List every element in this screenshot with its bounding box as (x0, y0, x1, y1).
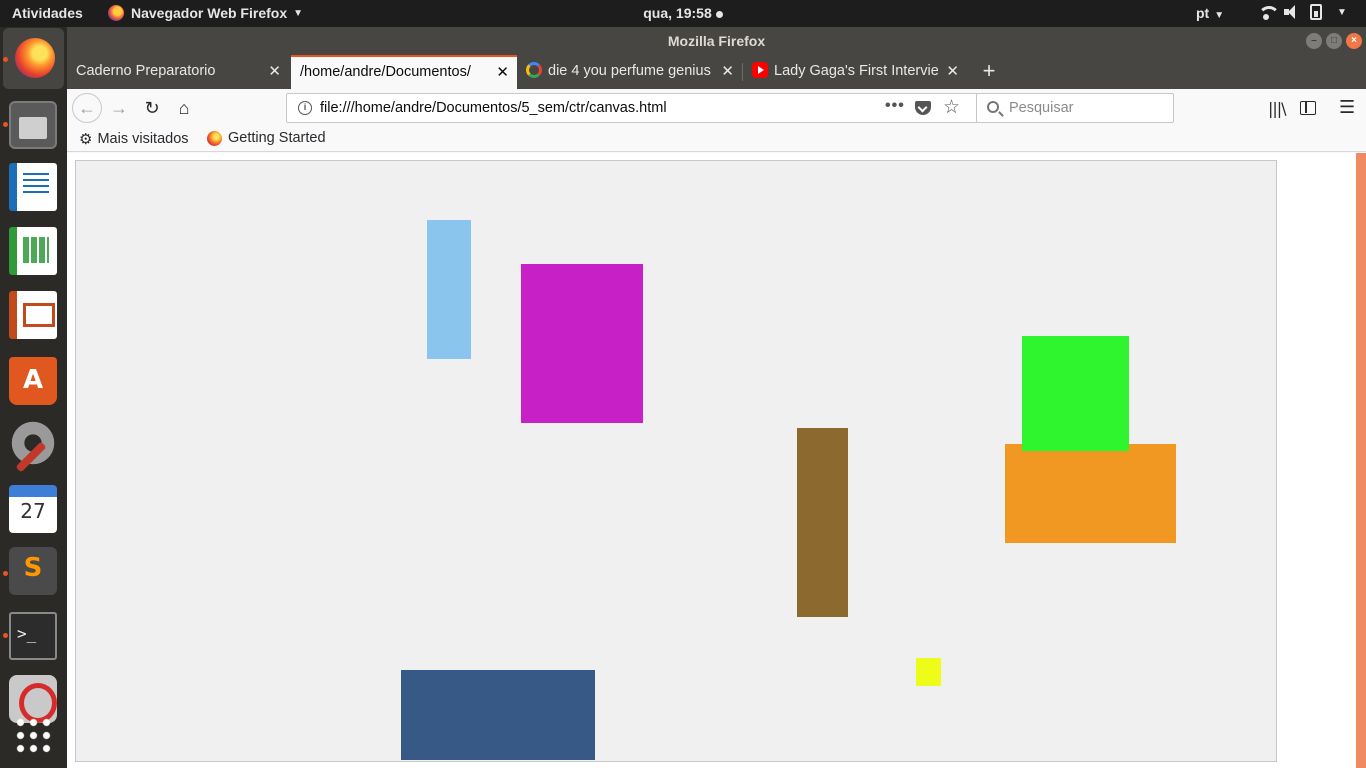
close-tab-icon[interactable]: ✕ (496, 57, 509, 88)
new-tab-button[interactable]: + (973, 55, 1005, 89)
bookmark-label: Mais visitados (97, 131, 189, 147)
chevron-down-icon: ▼ (293, 7, 304, 19)
app-menu-label: Navegador Web Firefox (131, 5, 288, 21)
activities-button[interactable]: Atividades (12, 5, 83, 21)
bookmark-mais-visitados[interactable]: ⚙ Mais visitados (79, 130, 189, 148)
gear-icon: ⚙ (79, 131, 93, 148)
window-titlebar: Mozilla Firefox – □ × (67, 27, 1366, 55)
back-button[interactable]: ← (72, 93, 102, 123)
close-tab-icon[interactable]: ✕ (721, 55, 734, 88)
bookmark-label: Getting Started (228, 130, 326, 146)
search-icon (987, 101, 999, 113)
canvas-rect (1022, 336, 1129, 451)
pocket-icon[interactable] (915, 101, 931, 115)
clock-label: qua, 19:58 (643, 5, 712, 21)
canvas-rect (401, 670, 595, 760)
minimize-button[interactable]: – (1306, 33, 1322, 49)
close-tab-icon[interactable]: ✕ (268, 55, 281, 88)
ubuntu-software-icon[interactable] (9, 357, 57, 405)
bookmark-getting-started[interactable]: Getting Started (207, 130, 326, 146)
wifi-icon (1258, 4, 1280, 20)
bookmarks-toolbar: ⚙ Mais visitados Getting Started (67, 127, 1366, 152)
window-title: Mozilla Firefox (667, 33, 766, 49)
canvas-rect (1005, 444, 1176, 543)
volume-icon (1284, 5, 1300, 19)
chevron-down-icon: ▼ (1214, 10, 1225, 21)
running-indicator (3, 57, 8, 62)
drawing-canvas[interactable] (75, 160, 1277, 762)
language-label: pt (1196, 5, 1210, 21)
google-icon (526, 62, 542, 78)
battery-icon (1310, 4, 1322, 20)
tab-caderno[interactable]: Caderno Preparatorio ✕ (67, 55, 289, 89)
language-selector[interactable]: pt ▼ (1196, 5, 1224, 21)
canvas-rect (797, 428, 848, 617)
libreoffice-writer-icon[interactable] (9, 163, 57, 211)
canvas-rect (521, 264, 643, 423)
libreoffice-calc-icon[interactable] (9, 227, 57, 275)
tab-label: die 4 you perfume genius (548, 63, 711, 79)
dock-item-firefox[interactable] (3, 28, 64, 89)
library-icon[interactable]: |||\ (1268, 99, 1287, 118)
calendar-icon[interactable] (9, 485, 57, 533)
youtube-icon (752, 62, 768, 78)
close-tab-icon[interactable]: ✕ (946, 55, 959, 88)
libreoffice-impress-icon[interactable] (9, 291, 57, 339)
info-icon[interactable]: i (298, 101, 312, 115)
top-bar: Atividades Navegador Web Firefox ▼ qua, … (0, 0, 1366, 27)
files-icon[interactable] (9, 101, 57, 149)
tab-youtube[interactable]: Lady Gaga's First Intervie ✕ (743, 55, 967, 89)
home-button[interactable]: ⌂ (170, 94, 198, 122)
chevron-down-icon: ▼ (1337, 6, 1347, 18)
firefox-icon (108, 5, 124, 21)
notification-dot (715, 10, 723, 18)
tab-label: Lady Gaga's First Intervie (774, 63, 938, 79)
system-menu[interactable]: ▼ (1258, 4, 1347, 20)
tab-label: /home/andre/Documentos/ (300, 64, 471, 80)
firefox-icon (15, 38, 55, 78)
page-content (67, 153, 1366, 768)
app-menu[interactable]: Navegador Web Firefox ▼ (108, 5, 303, 21)
dock (0, 27, 67, 768)
url-bar[interactable]: i file:///home/andre/Documentos/5_sem/ct… (286, 93, 1037, 123)
navigation-toolbar: ← → ↻ ⌂ i file:///home/andre/Documentos/… (67, 89, 1366, 127)
canvas-rect (427, 220, 471, 359)
search-bar[interactable] (976, 93, 1174, 123)
page-edge-strip (1356, 153, 1366, 768)
tab-canvas[interactable]: /home/andre/Documentos/ ✕ (291, 55, 517, 89)
sublime-text-icon[interactable] (9, 547, 57, 595)
canvas-rect (916, 658, 941, 686)
reload-button[interactable]: ↻ (138, 94, 166, 122)
tab-google[interactable]: die 4 you perfume genius ✕ (517, 55, 742, 89)
running-indicator (3, 571, 8, 576)
terminal-icon[interactable] (9, 612, 57, 660)
firefox-icon (207, 130, 222, 146)
tab-label: Caderno Preparatorio (76, 63, 216, 79)
show-applications-icon[interactable] (14, 716, 53, 755)
hamburger-menu-icon[interactable]: ☰ (1339, 97, 1355, 118)
close-window-button[interactable]: × (1346, 33, 1362, 49)
running-indicator (3, 122, 8, 127)
search-input[interactable] (1009, 100, 1164, 116)
url-text[interactable]: file:///home/andre/Documentos/5_sem/ctr/… (320, 100, 667, 116)
bookmark-star-icon[interactable]: ☆ (943, 96, 960, 119)
settings-icon[interactable] (9, 419, 57, 467)
sidebar-icon[interactable] (1300, 101, 1316, 115)
forward-button[interactable]: → (105, 94, 133, 122)
page-actions-button[interactable]: ••• (885, 97, 905, 115)
running-indicator (3, 633, 8, 638)
firefox-window: Mozilla Firefox – □ × Caderno Preparator… (67, 27, 1366, 768)
tab-bar: Caderno Preparatorio ✕ /home/andre/Docum… (67, 55, 1366, 89)
maximize-button[interactable]: □ (1326, 33, 1342, 49)
